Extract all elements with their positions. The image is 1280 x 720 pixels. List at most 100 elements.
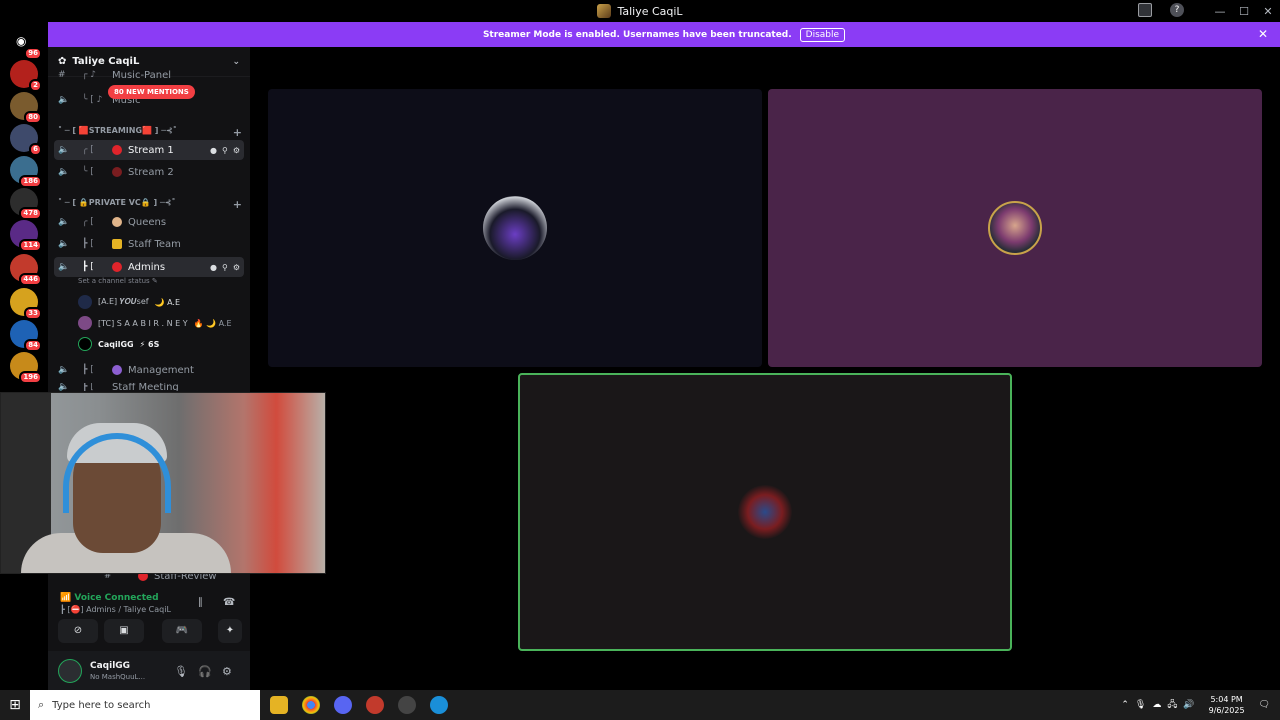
activity-button[interactable]: 🎮 xyxy=(162,619,202,643)
participant-tile[interactable] xyxy=(768,89,1262,367)
voice-member[interactable]: [A.E] 𝒀𝑶𝑼sef 🌙 A.E xyxy=(78,295,180,309)
participant-tile[interactable] xyxy=(268,89,762,367)
soundboard-button[interactable]: ✦ xyxy=(218,619,242,643)
guild-icon[interactable]: 478 xyxy=(10,188,42,220)
home-discord-icon[interactable]: ◉ 96 xyxy=(10,28,42,60)
guild-icon[interactable]: 6 xyxy=(10,124,42,156)
red-circle-icon xyxy=(112,167,122,177)
chevron-down-icon[interactable]: ⌄ xyxy=(232,57,240,67)
guild-badge: 478 xyxy=(19,207,42,220)
avatar xyxy=(738,485,792,539)
gear-icon[interactable]: ⚙ xyxy=(233,263,240,272)
microphone-icon[interactable]: 🎙 xyxy=(1135,700,1146,710)
voice-channel-info[interactable]: ┣ [⛔] Admins / Taliye CaqiL xyxy=(60,605,171,614)
microphone-icon[interactable]: 🎙 xyxy=(174,665,188,678)
voice-member-self[interactable]: CaqilGG ⚡ 6S xyxy=(78,337,159,351)
guild-icon[interactable]: 2 xyxy=(10,60,42,92)
guild-badge: 84 xyxy=(24,339,42,352)
cloud-icon[interactable]: ☁ xyxy=(1152,700,1161,710)
channel-music-panel[interactable]: # ┌ ♪ Music-Panel xyxy=(54,69,244,81)
channel-staff-meeting[interactable]: 🔈 ┣ [ Staff Meeting xyxy=(54,383,244,391)
speaker-icon: 🔈 xyxy=(58,217,70,227)
disable-button[interactable]: Disable xyxy=(799,27,846,42)
notifications-icon[interactable]: 🗨 xyxy=(1259,700,1270,710)
channel-tree-icon: ┣ [ xyxy=(82,262,94,272)
speaker-icon: 🔈 xyxy=(58,145,70,155)
channel-actions: ● ⚲ ⚙ xyxy=(210,146,244,155)
screen-share-button[interactable]: ▣ xyxy=(104,619,144,643)
participant-tile-speaking[interactable] xyxy=(518,373,1012,651)
red-circle-icon xyxy=(112,145,122,155)
clock[interactable]: 5:04 PM 9/6/2025 xyxy=(1209,694,1245,716)
add-channel-icon[interactable]: + xyxy=(233,126,242,139)
channel-queens[interactable]: 🔈 ╭ [ Queens xyxy=(54,212,244,232)
channel-stream-1[interactable]: 🔈 ╭ [ Stream 1 ● ⚲ ⚙ xyxy=(54,140,244,160)
hash-icon: # xyxy=(58,70,66,80)
help-icon[interactable]: ? xyxy=(1170,3,1184,17)
window-title: Taliye CaqiL xyxy=(597,4,683,18)
server-name: Taliye CaqiL xyxy=(72,56,140,67)
no-entry-icon xyxy=(112,262,122,272)
avatar[interactable] xyxy=(58,659,82,683)
channel-label: Staff Team xyxy=(128,238,181,250)
guild-icon[interactable]: 196 xyxy=(10,352,42,384)
app-icon[interactable] xyxy=(366,696,384,714)
speaker-icon: 🔈 xyxy=(58,262,70,272)
close-button[interactable]: ✕ xyxy=(1256,5,1280,18)
channel-management[interactable]: 🔈 ┣ [ Management xyxy=(54,360,244,380)
channel-tree-icon: ┣ [⛔] xyxy=(60,605,84,614)
guild-badge: 33 xyxy=(24,307,42,320)
guild-icon[interactable]: 186 xyxy=(10,156,42,188)
channel-staff-team[interactable]: 🔈 ┣ [ Staff Team xyxy=(54,234,244,254)
banner-close-icon[interactable]: ✕ xyxy=(1258,27,1268,41)
category-private-vc[interactable]: ˚ ─ [ 🔒PRIVATE VC🔒 ] ─⊰˚ + xyxy=(58,198,242,211)
channel-stream-2[interactable]: 🔈 ╰ [ Stream 2 xyxy=(54,162,244,182)
category-streaming[interactable]: ˚ ─ [ 🟥STREAMING🟥 ] ─⊰˚ + xyxy=(58,126,242,139)
minimize-button[interactable]: — xyxy=(1208,5,1232,18)
taskbar-search[interactable]: ⌕ Type here to search xyxy=(30,690,260,720)
user-name[interactable]: CaqilGG xyxy=(90,661,130,671)
title-icons: ? xyxy=(1138,3,1184,17)
inbox-icon[interactable] xyxy=(1138,3,1152,17)
guild-icon[interactable]: 33 xyxy=(10,288,42,320)
channel-label: Music-Panel xyxy=(112,69,172,81)
camera-off-button[interactable]: ⊘ xyxy=(58,619,98,643)
channel-admins[interactable]: 🔈 ┣ [ Admins ● ⚲ ⚙ xyxy=(54,257,244,277)
voice-member[interactable]: [TC] S A A B I R . N E Y 🔥 🌙 A.E xyxy=(78,316,232,330)
disconnect-icon[interactable]: ☎ xyxy=(223,597,235,608)
channel-actions: ● ⚲ ⚙ xyxy=(210,263,244,272)
category-label: ˚ ─ [ 🔒PRIVATE VC🔒 ] ─⊰˚ xyxy=(58,198,176,207)
maximize-button[interactable]: ☐ xyxy=(1232,5,1256,18)
network-icon[interactable]: 🖧 xyxy=(1167,697,1177,713)
speedometer-icon[interactable] xyxy=(398,696,416,714)
chat-icon[interactable]: ● xyxy=(210,263,217,272)
file-explorer-icon[interactable] xyxy=(270,696,288,714)
chrome-icon[interactable] xyxy=(302,696,320,714)
discord-icon[interactable] xyxy=(334,696,352,714)
invite-icon[interactable]: ⚲ xyxy=(222,146,228,155)
gear-icon[interactable]: ⚙ xyxy=(222,665,232,678)
gear-icon[interactable]: ⚙ xyxy=(233,146,240,155)
invite-icon[interactable]: ⚲ xyxy=(222,263,228,272)
guild-icon[interactable]: 114 xyxy=(10,220,42,252)
title-bar: Taliye CaqiL ? — ☐ ✕ xyxy=(0,0,1280,22)
windows-start-icon[interactable]: ⊞ xyxy=(0,697,30,713)
guild-icon[interactable]: 80 xyxy=(10,92,42,124)
volume-icon[interactable]: 🔊 xyxy=(1183,700,1194,710)
chevron-up-icon[interactable]: ⌃ xyxy=(1121,700,1129,710)
edge-icon[interactable] xyxy=(430,696,448,714)
channel-status-hint[interactable]: Set a channel status ✎ xyxy=(78,277,158,285)
speaker-icon: 🔈 xyxy=(58,365,70,375)
add-channel-icon[interactable]: + xyxy=(233,198,242,211)
guild-icon[interactable]: 446 xyxy=(10,254,42,286)
window-title-text: Taliye CaqiL xyxy=(617,4,683,18)
folder-icon xyxy=(112,239,122,249)
chat-icon[interactable]: ● xyxy=(210,146,217,155)
voice-connected-label[interactable]: 📶 Voice Connected xyxy=(60,593,159,603)
voice-stage xyxy=(250,47,1280,690)
new-mentions-pill[interactable]: 80 NEW MENTIONS xyxy=(108,85,195,99)
noise-suppression-icon[interactable]: ∥ xyxy=(198,597,203,608)
guild-icon[interactable]: 84 xyxy=(10,320,42,352)
headphones-icon[interactable]: 🎧 xyxy=(198,665,212,678)
member-name: [A.E] 𝒀𝑶𝑼sef xyxy=(98,297,149,306)
